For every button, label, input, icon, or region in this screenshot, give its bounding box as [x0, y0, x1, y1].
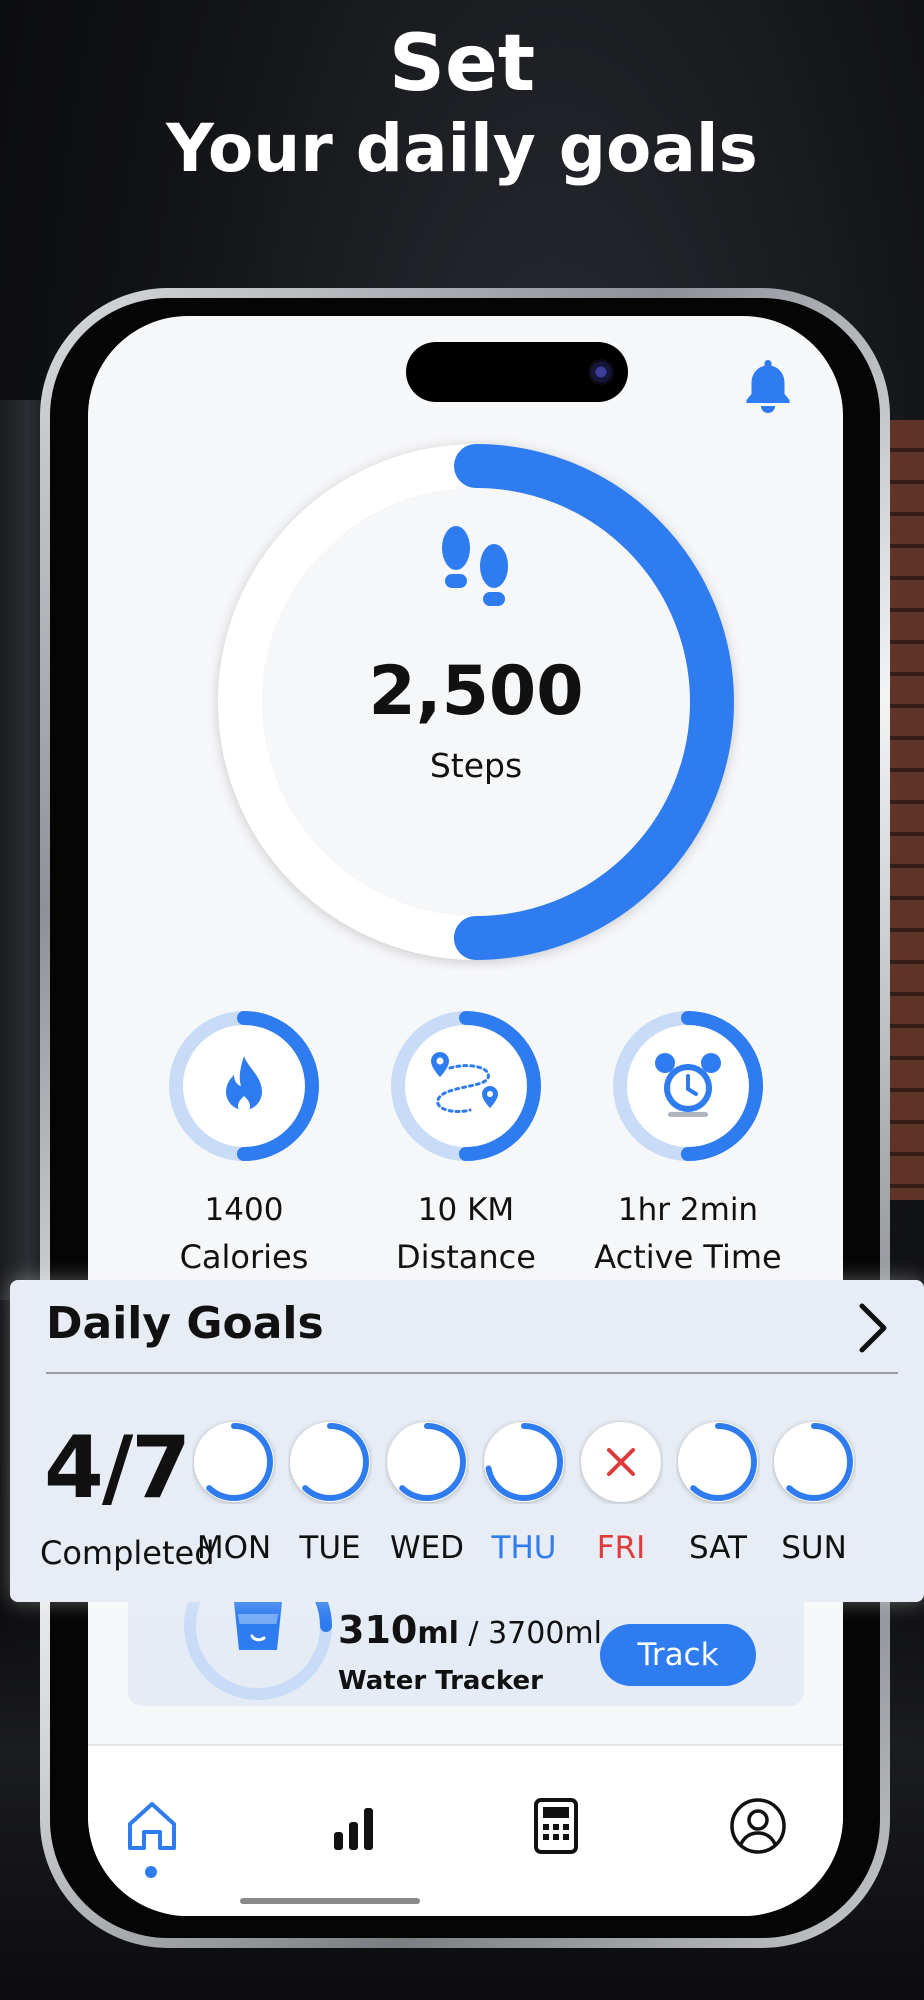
day-fri[interactable]: FRI [573, 1420, 669, 1566]
home-icon[interactable] [122, 1796, 182, 1856]
day-label: SUN [781, 1530, 847, 1566]
day-ring [385, 1420, 469, 1504]
water-separator: / [458, 1616, 489, 1651]
daily-goals-panel[interactable]: Daily Goals 4/7 Completed MON TUE WED THU FR… [10, 1280, 924, 1602]
day-ring [772, 1420, 856, 1504]
goals-completed-count: 4/7 [44, 1418, 191, 1518]
day-ring [579, 1420, 663, 1504]
active-time-label: Active Time [594, 1238, 782, 1276]
day-ring [192, 1420, 276, 1504]
day-mon[interactable]: MON [186, 1420, 282, 1566]
steps-progress-ring: 2,500 Steps [208, 434, 744, 970]
track-button[interactable]: Track [600, 1624, 756, 1686]
dynamic-island [406, 342, 628, 402]
day-wed[interactable]: WED [379, 1420, 475, 1566]
distance-value: 10 KM [417, 1192, 515, 1228]
day-ring [482, 1420, 566, 1504]
daily-goals-title: Daily Goals [46, 1298, 324, 1349]
headline: Set Your daily goals [0, 18, 924, 188]
distance-label: Distance [396, 1238, 536, 1276]
day-label: FRI [596, 1530, 646, 1566]
phone-bezel: 2,500 Steps 1400 Calories 10 KM Distance… [50, 298, 880, 1938]
day-label: SAT [689, 1530, 747, 1566]
water-glass-icon [234, 1602, 282, 1650]
stat-calories[interactable]: 1400 Calories [124, 1006, 364, 1276]
day-label: WED [389, 1530, 465, 1566]
stats-icon[interactable] [324, 1796, 384, 1856]
headline-line2: Your daily goals [166, 110, 758, 188]
water-tracker-label: Water Tracker [338, 1666, 543, 1696]
nav-active-indicator [145, 1866, 157, 1878]
profile-icon[interactable] [728, 1796, 788, 1856]
bell-icon[interactable] [740, 356, 796, 416]
flame-icon [204, 1046, 284, 1126]
day-label: TUE [299, 1530, 361, 1566]
chevron-right-icon[interactable] [852, 1300, 892, 1356]
steps-label: Steps [429, 746, 523, 785]
active-time-ring [608, 1006, 768, 1166]
day-sun[interactable]: SUN [766, 1420, 862, 1566]
water-amount: 310ml / 3700ml [338, 1608, 602, 1652]
water-amount-value: 310 [338, 1608, 418, 1652]
day-label: MON [196, 1530, 272, 1566]
water-amount-unit: ml [417, 1616, 459, 1651]
calories-ring [164, 1006, 324, 1166]
phone-frame: 2,500 Steps 1400 Calories 10 KM Distance… [40, 288, 890, 1948]
home-indicator [240, 1898, 420, 1904]
camera-icon [588, 359, 614, 385]
footprints-icon [436, 522, 516, 614]
stat-distance[interactable]: 10 KM Distance [346, 1006, 586, 1276]
calculator-icon[interactable] [526, 1796, 586, 1856]
day-thu[interactable]: THU [476, 1420, 572, 1566]
stat-active-time[interactable]: 1hr 2min Active Time [568, 1006, 808, 1276]
day-sat[interactable]: SAT [670, 1420, 766, 1566]
phone-screen: 2,500 Steps 1400 Calories 10 KM Distance… [88, 316, 843, 1916]
route-icon [426, 1046, 506, 1126]
day-label: THU [491, 1530, 557, 1566]
calories-value: 1400 [204, 1192, 284, 1228]
day-tue[interactable]: TUE [282, 1420, 378, 1566]
distance-ring [386, 1006, 546, 1166]
divider [46, 1372, 898, 1374]
day-ring [288, 1420, 372, 1504]
bottom-nav [88, 1744, 843, 1916]
water-goal: 3700ml [488, 1616, 602, 1651]
steps-value: 2,500 [368, 652, 584, 731]
headline-line1: Set [388, 19, 536, 109]
day-ring [676, 1420, 760, 1504]
active-time-value: 1hr 2min [617, 1192, 759, 1228]
alarm-clock-icon [648, 1046, 728, 1126]
calories-label: Calories [179, 1238, 309, 1276]
